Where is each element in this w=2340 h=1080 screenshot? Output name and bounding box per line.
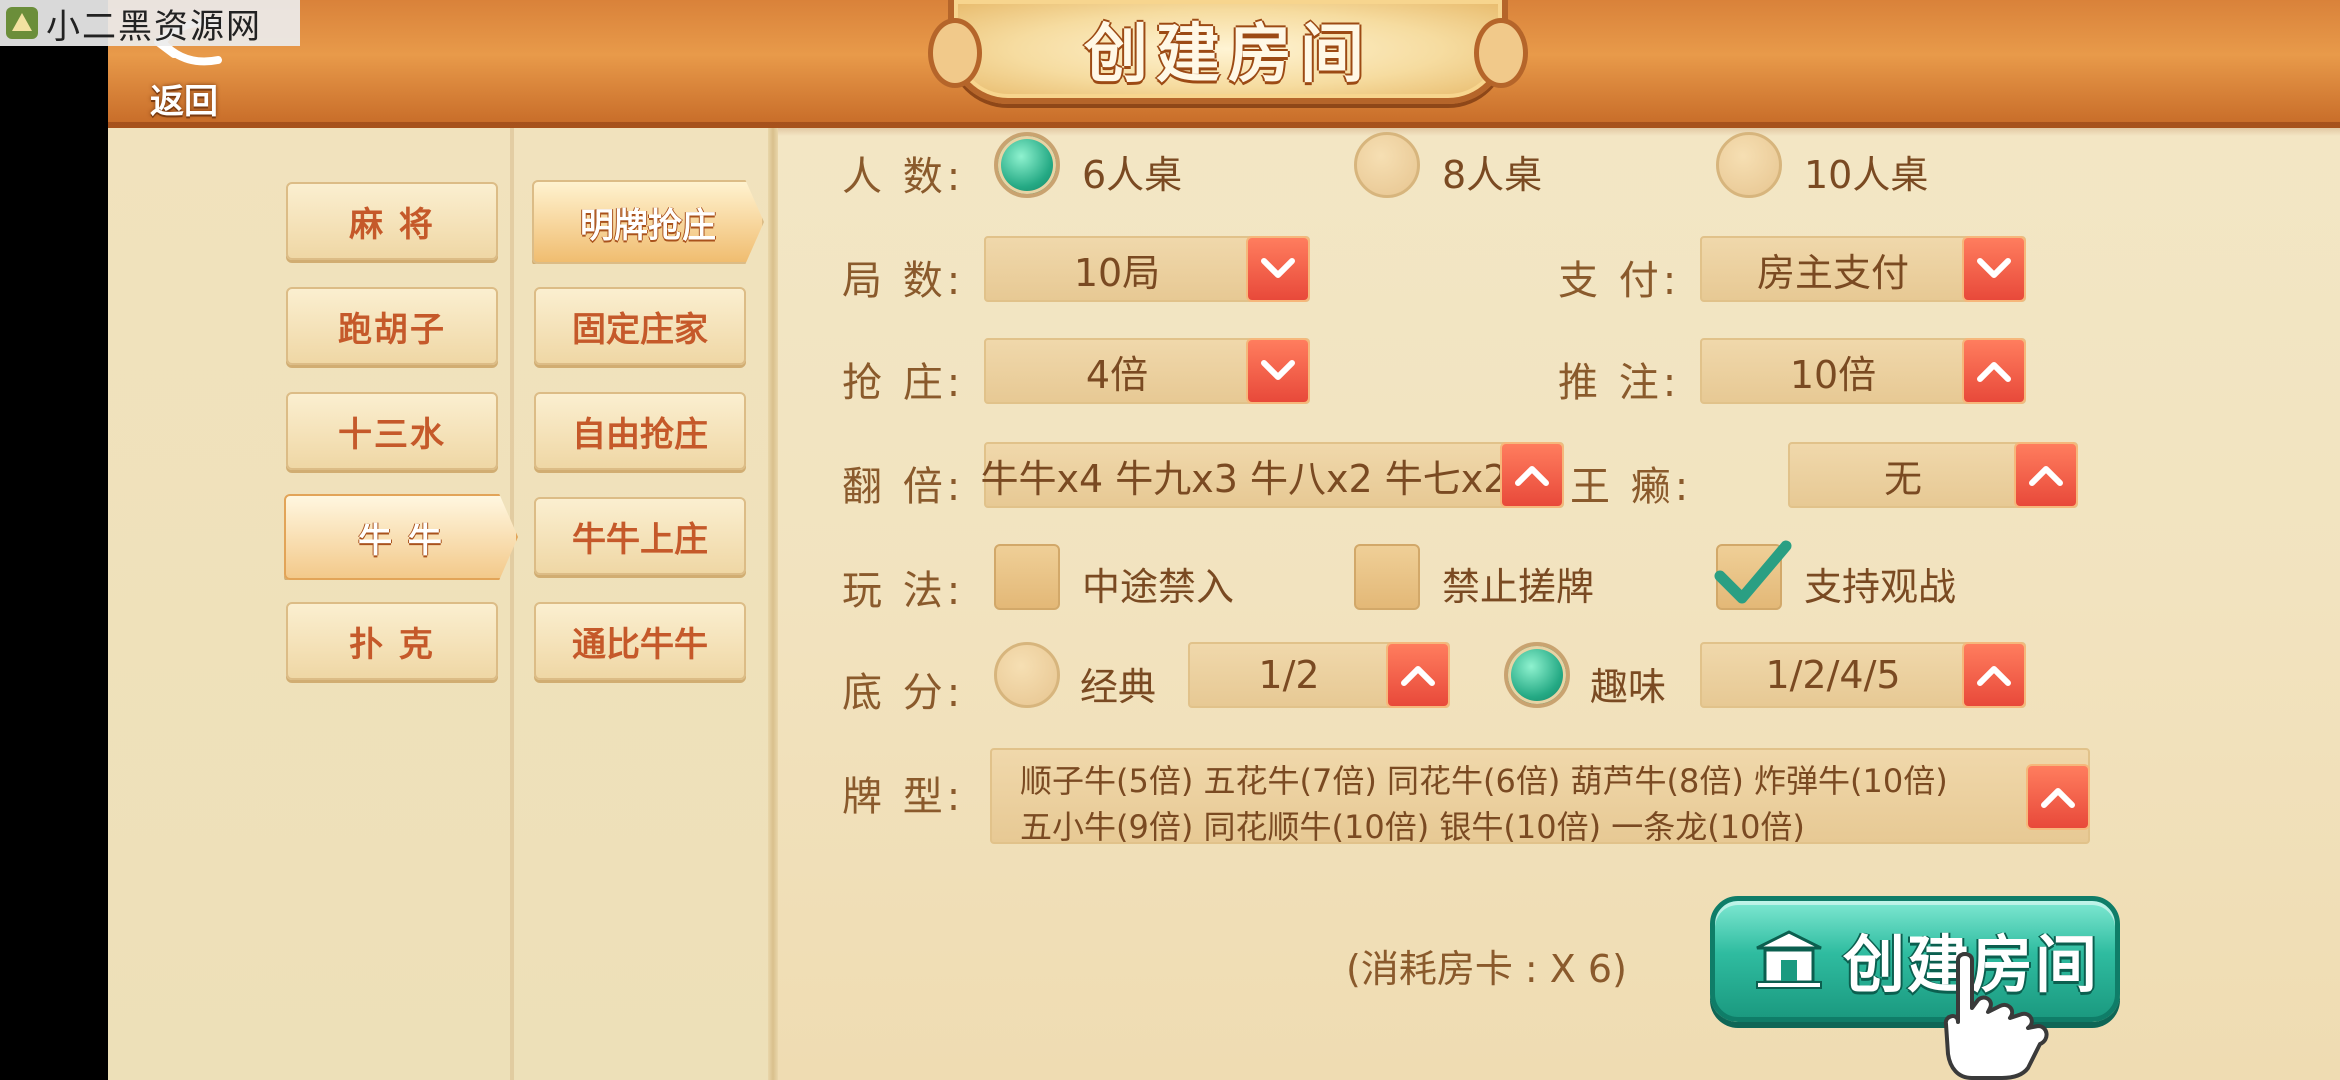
- push-value: 10倍: [1789, 352, 1877, 397]
- wildcard-dropdown-button[interactable]: [2014, 442, 2078, 508]
- mode-mingpai-qiangzhuang[interactable]: 明牌抢庄: [532, 180, 764, 264]
- multiplier-dropdown-button[interactable]: [1500, 442, 1564, 508]
- fun-score-dropdown-button[interactable]: [1962, 642, 2026, 708]
- fun-score-select[interactable]: 1/2/4/5: [1700, 642, 2026, 708]
- fun-label: 趣味: [1590, 665, 1667, 709]
- watermark: 小二黑资源网: [0, 0, 300, 47]
- watermark-text: 小二黑资源网: [46, 6, 262, 47]
- screen-left-bar: [0, 0, 108, 1080]
- chevron-up-icon: [1401, 666, 1435, 686]
- category-poker[interactable]: 扑 克: [286, 602, 498, 680]
- card-types-label: 牌 型:: [842, 774, 965, 820]
- wildcard-label: 王 癞:: [1570, 464, 1693, 510]
- push-label: 推 注:: [1558, 360, 1681, 406]
- chevron-up-icon: [2029, 466, 2063, 486]
- classic-score-select[interactable]: 1/2: [1188, 642, 1450, 708]
- card-types-dropdown-button[interactable]: [2026, 764, 2090, 830]
- chevron-down-icon: [1977, 258, 2011, 278]
- mode-tongbi-niuniu[interactable]: 通比牛牛: [534, 602, 746, 680]
- category-paohuzi[interactable]: 跑胡子: [286, 287, 498, 365]
- watermark-logo-icon: [6, 7, 38, 39]
- back-label: 返回: [150, 82, 218, 122]
- grab-select[interactable]: 4倍: [984, 338, 1310, 404]
- players-10-radio[interactable]: [1716, 132, 1782, 198]
- grab-label: 抢 庄:: [842, 360, 965, 406]
- fun-radio[interactable]: [1504, 642, 1570, 708]
- wildcard-select[interactable]: 无: [1788, 442, 2078, 508]
- header-bar: 返回 创建房间: [108, 0, 2340, 136]
- no-card-squeeze-checkbox[interactable]: [1354, 544, 1420, 610]
- no-card-squeeze-label: 禁止搓牌: [1442, 565, 1595, 609]
- rounds-value: 10局: [1073, 250, 1161, 295]
- players-8-radio[interactable]: [1354, 132, 1420, 198]
- pointer-hand-icon: [1943, 952, 2049, 1080]
- chevron-down-icon: [1261, 258, 1295, 278]
- checkmark-icon: [1714, 540, 1792, 604]
- no-midway-join-label: 中途禁入: [1082, 565, 1235, 609]
- multiplier-label: 翻 倍:: [842, 464, 965, 510]
- category-niuniu[interactable]: 牛 牛: [284, 494, 518, 580]
- payment-label: 支 付:: [1558, 258, 1681, 304]
- create-room-screen: 返回 创建房间 麻 将 跑胡子 十三水 牛 牛 扑 克 明牌抢庄 固定庄家 自由…: [108, 0, 2340, 1080]
- multiplier-select[interactable]: 牛牛x4 牛九x3 牛八x2 牛七x2: [980, 442, 1564, 508]
- room-icon: [1756, 930, 1822, 989]
- multiplier-value: 牛牛x4 牛九x3 牛八x2 牛七x2: [980, 456, 1508, 501]
- chevron-up-icon: [1515, 466, 1549, 486]
- players-6-label: 6人桌: [1082, 153, 1183, 197]
- payment-select[interactable]: 房主支付: [1700, 236, 2026, 302]
- mode-ziyou-qiangzhuang[interactable]: 自由抢庄: [534, 392, 746, 470]
- grab-dropdown-button[interactable]: [1246, 338, 1310, 404]
- gameplay-label: 玩 法:: [842, 568, 965, 614]
- players-label: 人 数:: [842, 154, 965, 200]
- chevron-down-icon: [1261, 360, 1295, 380]
- payment-dropdown-button[interactable]: [1962, 236, 2026, 302]
- mode-niuniu-shangzhuang[interactable]: 牛牛上庄: [534, 497, 746, 575]
- push-dropdown-button[interactable]: [1962, 338, 2026, 404]
- card-types-line-1: 顺子牛(5倍) 五花牛(7倍) 同花牛(6倍) 葫芦牛(8倍) 炸弹牛(10倍): [1020, 762, 1948, 800]
- title-plaque: 创建房间: [928, 0, 1528, 104]
- fun-score-value: 1/2/4/5: [1765, 653, 1901, 697]
- grab-value: 4倍: [1085, 352, 1149, 397]
- chevron-up-icon: [1977, 362, 2011, 382]
- allow-spectate-checkbox[interactable]: [1714, 540, 1792, 610]
- rounds-dropdown-button[interactable]: [1246, 236, 1310, 302]
- players-6-radio[interactable]: [994, 132, 1060, 198]
- players-10-label: 10人桌: [1804, 153, 1929, 197]
- page-title: 创建房间: [1084, 17, 1372, 92]
- classic-score-value: 1/2: [1258, 653, 1320, 697]
- chevron-up-icon: [2041, 788, 2075, 808]
- sidebar-divider: [768, 128, 778, 1080]
- base-score-label: 底 分:: [842, 670, 965, 716]
- allow-spectate-label: 支持观战: [1804, 565, 1957, 609]
- payment-value: 房主支付: [1756, 250, 1909, 295]
- sidebar-column-divider: [510, 128, 514, 1080]
- players-8-label: 8人桌: [1442, 153, 1543, 197]
- mode-guding-zhuangjia[interactable]: 固定庄家: [534, 287, 746, 365]
- category-shisanshui[interactable]: 十三水: [286, 392, 498, 470]
- card-types-select[interactable]: 顺子牛(5倍) 五花牛(7倍) 同花牛(6倍) 葫芦牛(8倍) 炸弹牛(10倍)…: [990, 748, 2090, 846]
- push-select[interactable]: 10倍: [1700, 338, 2026, 404]
- chevron-up-icon: [1977, 666, 2011, 686]
- classic-label: 经典: [1080, 665, 1157, 709]
- rounds-select[interactable]: 10局: [984, 236, 1310, 302]
- no-midway-join-checkbox[interactable]: [994, 544, 1060, 610]
- room-card-cost: (消耗房卡 : X 6): [1346, 947, 1627, 991]
- category-mahjong[interactable]: 麻 将: [286, 182, 498, 260]
- rounds-label: 局 数:: [842, 258, 965, 304]
- classic-radio[interactable]: [994, 642, 1060, 708]
- card-types-line-2: 五小牛(9倍) 同花顺牛(10倍) 银牛(10倍) 一条龙(10倍): [1020, 808, 1805, 846]
- wildcard-value: 无: [1883, 456, 1922, 501]
- classic-score-dropdown-button[interactable]: [1386, 642, 1450, 708]
